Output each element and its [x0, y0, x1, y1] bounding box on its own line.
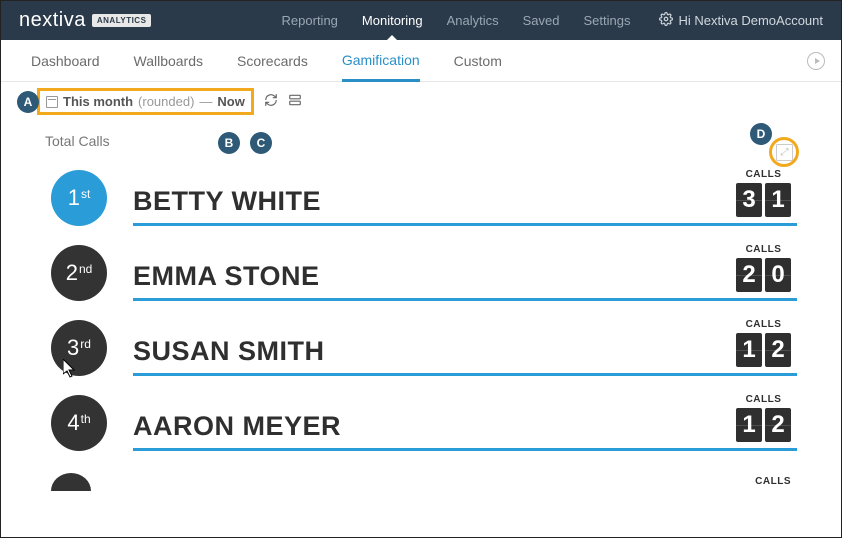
rank-ordinal: rd: [80, 337, 91, 351]
leaderboard-row: 2nd EMMA STONE CALLS 2 0: [51, 232, 797, 307]
subnav-scorecards[interactable]: Scorecards: [237, 40, 308, 81]
gear-icon: [659, 12, 673, 29]
digit: 2: [765, 408, 791, 442]
row-score: CALLS 2 0: [736, 244, 791, 292]
topbar: nextiva ANALYTICS Reporting Monitoring A…: [1, 1, 841, 40]
score-label: CALLS: [755, 476, 791, 487]
brand-logo[interactable]: nextiva ANALYTICS: [19, 9, 151, 32]
calendar-icon: [46, 96, 58, 108]
rank-ordinal: th: [81, 412, 91, 426]
score-label: CALLS: [736, 394, 791, 405]
leaderboard-row: CALLS: [51, 457, 797, 491]
refresh-icon[interactable]: [264, 93, 278, 110]
rank-number: 1: [68, 185, 80, 211]
rank-badge: 2nd: [51, 245, 107, 301]
callout-a: A: [17, 91, 39, 113]
subnav-gamification[interactable]: Gamification: [342, 41, 420, 82]
leaderboard: 1st BETTY WHITE CALLS 3 1 2nd EMMA STONE…: [1, 157, 841, 501]
row-body: BETTY WHITE CALLS 3 1: [133, 169, 797, 226]
play-icon[interactable]: [807, 52, 825, 70]
section-title: Total Calls: [1, 121, 841, 157]
row-body: EMMA STONE CALLS 2 0: [133, 244, 797, 301]
subnav-wallboards[interactable]: Wallboards: [134, 40, 204, 81]
section-title-text: Total Calls: [45, 133, 110, 149]
topnav-reporting[interactable]: Reporting: [282, 1, 338, 40]
date-range-picker[interactable]: This month (rounded) — Now: [37, 88, 254, 115]
digit: 2: [736, 258, 762, 292]
digit: 1: [736, 408, 762, 442]
cursor-icon: [63, 359, 79, 379]
range-now: Now: [217, 94, 244, 109]
callout-b: B: [218, 132, 240, 154]
rank-number: 3: [67, 335, 79, 361]
callout-d: D: [750, 123, 772, 145]
account-menu[interactable]: Hi Nextiva DemoAccount: [659, 12, 824, 29]
score-label: CALLS: [736, 319, 791, 330]
digit: 2: [765, 333, 791, 367]
topnav-settings[interactable]: Settings: [584, 1, 631, 40]
range-separator: —: [199, 94, 212, 109]
digit: 1: [765, 183, 791, 217]
row-score: CALLS 3 1: [736, 169, 791, 217]
score-digits: 2 0: [736, 258, 791, 292]
digit: 3: [736, 183, 762, 217]
display-options-icon[interactable]: [288, 93, 302, 110]
subnav-dashboard[interactable]: Dashboard: [31, 40, 100, 81]
score-label: CALLS: [736, 169, 791, 180]
row-body: AARON MEYER CALLS 1 2: [133, 394, 797, 451]
filter-bar: This month (rounded) — Now: [1, 82, 841, 121]
digit: 0: [765, 258, 791, 292]
rank-badge: 1st: [51, 170, 107, 226]
topnav-analytics[interactable]: Analytics: [447, 1, 499, 40]
score-digits: 1 2: [736, 333, 791, 367]
topnav-monitoring[interactable]: Monitoring: [362, 1, 423, 40]
leaderboard-row: 4th AARON MEYER CALLS 1 2: [51, 382, 797, 457]
row-body: SUSAN SMITH CALLS 1 2: [133, 319, 797, 376]
leaderboard-row: 1st BETTY WHITE CALLS 3 1: [51, 157, 797, 232]
range-label: This month: [63, 94, 133, 109]
row-score: CALLS 1 2: [736, 394, 791, 442]
digit: 1: [736, 333, 762, 367]
rank-ordinal: nd: [79, 262, 92, 276]
row-body: CALLS: [117, 470, 797, 490]
rank-badge: 3rd: [51, 320, 107, 376]
rank-badge: [51, 473, 91, 491]
brand-name: nextiva: [19, 9, 86, 32]
row-name: SUSAN SMITH: [133, 336, 325, 367]
subnav-custom[interactable]: Custom: [454, 40, 502, 81]
range-modifier: (rounded): [138, 94, 194, 109]
sub-nav: Dashboard Wallboards Scorecards Gamifica…: [1, 40, 841, 82]
topnav-saved[interactable]: Saved: [523, 1, 560, 40]
rank-ordinal: st: [81, 187, 90, 201]
top-nav: Reporting Monitoring Analytics Saved Set…: [282, 1, 631, 40]
score-digits: 3 1: [736, 183, 791, 217]
leaderboard-row: 3rd SUSAN SMITH CALLS 1 2: [51, 307, 797, 382]
rank-number: 4: [67, 410, 79, 436]
row-name: EMMA STONE: [133, 261, 320, 292]
score-label: CALLS: [736, 244, 791, 255]
row-name: BETTY WHITE: [133, 186, 321, 217]
brand-badge: ANALYTICS: [92, 14, 152, 27]
callout-ring-d: [769, 137, 799, 167]
row-name: AARON MEYER: [133, 411, 341, 442]
rank-number: 2: [66, 260, 78, 286]
row-score: CALLS 1 2: [736, 319, 791, 367]
score-digits: 1 2: [736, 408, 791, 442]
callout-c: C: [250, 132, 272, 154]
rank-badge: 4th: [51, 395, 107, 451]
account-greeting: Hi Nextiva DemoAccount: [679, 13, 824, 28]
row-score: CALLS: [755, 476, 791, 490]
